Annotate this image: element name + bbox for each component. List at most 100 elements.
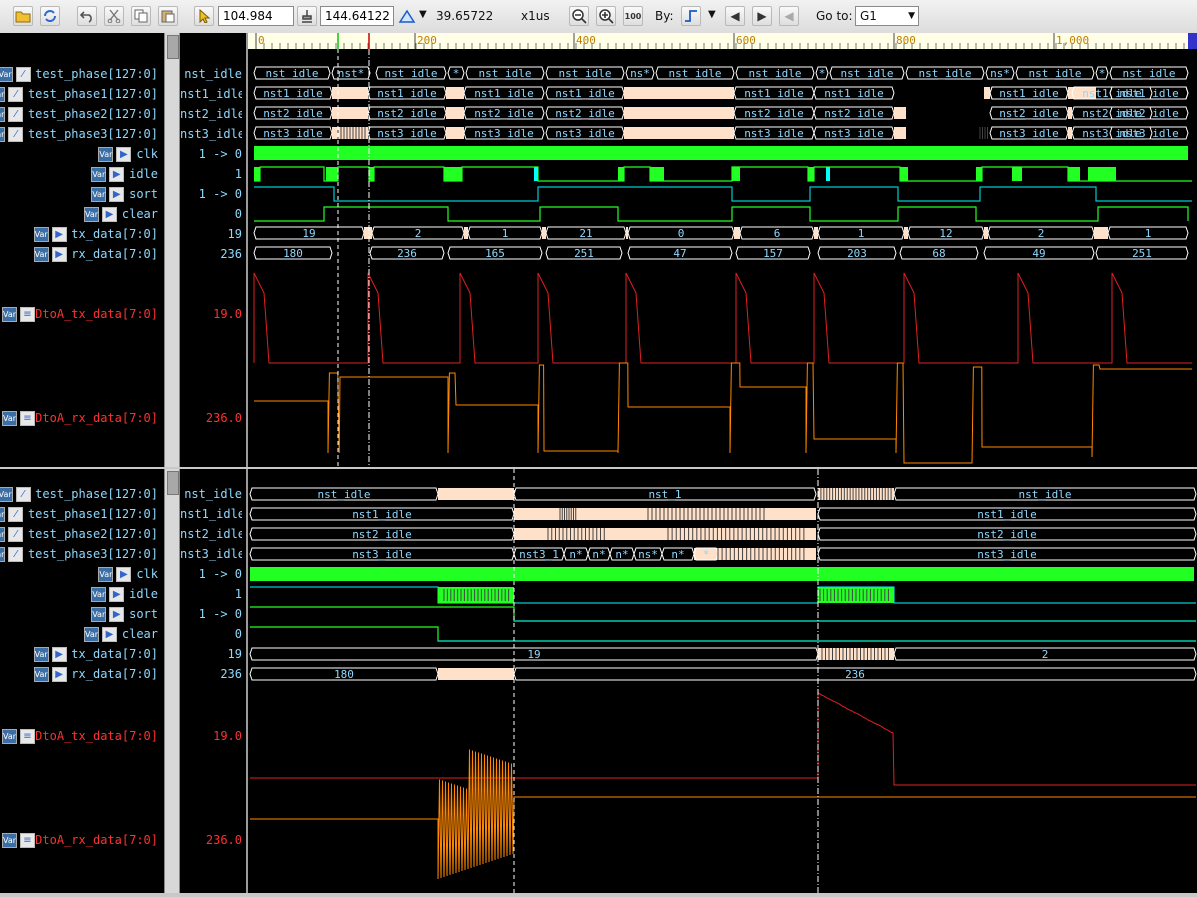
- analog-signal-row[interactable]: Var ≡ DtoA_tx_data[7:0]: [0, 305, 164, 323]
- bus-value-label: n*: [671, 548, 684, 561]
- bus-value-label: 180: [334, 668, 354, 681]
- signal-row[interactable]: Var ▶ clk: [0, 565, 164, 583]
- marker-time-field[interactable]: 144.64122: [320, 6, 394, 26]
- clear-waveform: [250, 626, 1196, 642]
- back-history-icon[interactable]: ◀: [779, 6, 799, 26]
- waveform-canvas-top[interactable]: 0 200 400 600 800 1,000 nst_idle nst* nst_idle * n…: [248, 33, 1197, 467]
- marker-icon[interactable]: [297, 6, 317, 26]
- signal-row[interactable]: Var ▶ idle: [0, 165, 164, 183]
- bus-value-label: nst_idle: [559, 67, 612, 80]
- signal-row[interactable]: Var ▶ clear: [0, 625, 164, 643]
- bus-value-label: nst1_idle: [377, 87, 437, 100]
- ruler-tick-label: 0: [258, 34, 265, 47]
- sort-waveform: [254, 186, 1192, 202]
- signal-row[interactable]: Var ▶ clk: [0, 145, 164, 163]
- signal-name: DtoA_rx_data[7:0]: [35, 411, 158, 425]
- signal-row[interactable]: Var⁄test_phase3[127:0]: [0, 125, 164, 143]
- next-icon[interactable]: ▶: [752, 6, 772, 26]
- signal-row[interactable]: Var ▶ clear: [0, 205, 164, 223]
- var-icon: Var: [0, 87, 6, 102]
- signal-name-column: Var⁄test_phase[127:0] Var⁄test_phase1[127…: [0, 469, 164, 893]
- bus-transition-marks: [979, 127, 988, 139]
- signal-row[interactable]: Var⁄test_phase3[127:0]: [0, 545, 164, 563]
- signal-value: 19: [227, 647, 242, 661]
- idle-activity-block: [650, 167, 664, 181]
- bus-value-label: nst3_1: [519, 548, 559, 561]
- signal-row[interactable]: Var ▶ idle: [0, 585, 164, 603]
- signal-value-column: nst_idle nst1_idle nst2_idle nst3_idle 1 -> …: [180, 469, 246, 893]
- open-folder-icon[interactable]: [13, 6, 33, 26]
- bus-value-label: nst_idle: [1019, 488, 1072, 501]
- signal-row[interactable]: Var⁄test_phase1[127:0]: [0, 505, 164, 523]
- var-icon: Var: [2, 729, 17, 744]
- zoom-100-icon[interactable]: 100: [623, 6, 643, 26]
- var-icon: Var: [2, 833, 17, 848]
- signal-row[interactable]: Var⁄test_phase1[127:0]: [0, 85, 164, 103]
- bus-value-label: 47: [673, 247, 686, 260]
- edge-search-icon[interactable]: [681, 6, 701, 26]
- var-icon: Var: [33, 647, 49, 662]
- reload-icon[interactable]: [40, 6, 60, 26]
- bus-activity-block: [514, 508, 816, 520]
- bus-value-label: 1: [1145, 227, 1152, 240]
- signal-row[interactable]: Var ⁄ test_phase[127:0]: [0, 65, 164, 83]
- signal-value: 1: [234, 587, 242, 601]
- bus-value-label: nst2_idle: [474, 107, 534, 120]
- signal-name: sort: [129, 607, 158, 621]
- signal-row[interactable]: Var ▶ tx_data[7:0]: [0, 225, 164, 243]
- bus-value-label: nst1_idle: [744, 87, 804, 100]
- cursor-time-field[interactable]: 104.984: [218, 6, 294, 26]
- signal-row[interactable]: Var ⁄ test_phase[127:0]: [0, 485, 164, 503]
- var-icon: Var: [98, 147, 114, 162]
- waveform-area[interactable]: 0 200 400 600 800 1,000 nst_idle nst* nst_idle * n…: [248, 33, 1197, 467]
- analog-icon: ≡: [20, 411, 35, 426]
- signal-value: 236: [220, 247, 242, 261]
- idle-activity-block: [254, 167, 260, 181]
- scrollbar-thumb[interactable]: [167, 471, 179, 495]
- analog-signal-row[interactable]: Var ≡ DtoA_rx_data[7:0]: [0, 409, 164, 427]
- signal-row[interactable]: Var ▶ rx_data[7:0]: [0, 245, 164, 263]
- undo-icon[interactable]: [77, 6, 97, 26]
- bus-value-label: 203: [847, 247, 867, 260]
- vertical-scrollbar[interactable]: [164, 33, 180, 467]
- idle-activity-block: [732, 167, 740, 181]
- bus-value-label: nst_1: [648, 488, 681, 501]
- signal-row[interactable]: Var⁄test_phase2[127:0]: [0, 105, 164, 123]
- waveform-area[interactable]: nst_idle nst_1 nst_idle nst1_idle nst1_idle n…: [248, 469, 1197, 893]
- delta-dropdown-icon[interactable]: ▼: [419, 9, 431, 29]
- cut-icon[interactable]: [104, 6, 124, 26]
- bus-value-label: 1: [858, 227, 865, 240]
- bus-value-label: nst_idle: [266, 67, 319, 80]
- var-icon: Var: [91, 167, 107, 182]
- var-icon: Var: [2, 411, 17, 426]
- by-dropdown-icon[interactable]: ▼: [708, 9, 720, 29]
- signal-row[interactable]: Var⁄test_phase2[127:0]: [0, 525, 164, 543]
- ruler-tick-label: 1,000: [1056, 34, 1089, 47]
- idle-activity-block: [369, 167, 374, 181]
- previous-icon[interactable]: ◀: [725, 6, 745, 26]
- var-icon: Var: [0, 487, 13, 502]
- analog-signal-row[interactable]: Var ≡ DtoA_tx_data[7:0]: [0, 727, 164, 745]
- vertical-scrollbar[interactable]: [164, 469, 180, 893]
- analog-signal-row[interactable]: Var ≡ DtoA_rx_data[7:0]: [0, 831, 164, 849]
- bus-value-label: nst_idle: [669, 67, 722, 80]
- signal-row[interactable]: Var ▶ rx_data[7:0]: [0, 665, 164, 683]
- signal-row[interactable]: Var ▶ sort: [0, 185, 164, 203]
- zoom-out-icon[interactable]: [569, 6, 589, 26]
- signal-name: DtoA_tx_data[7:0]: [35, 729, 158, 743]
- bus-value-label: nst3_idle: [352, 548, 412, 561]
- signal-row[interactable]: Var ▶ sort: [0, 605, 164, 623]
- scrollbar-thumb[interactable]: [167, 35, 179, 59]
- goto-select[interactable]: G1 ▼: [855, 6, 919, 26]
- var-icon: Var: [0, 507, 6, 522]
- paste-icon[interactable]: [158, 6, 178, 26]
- var-icon: Var: [91, 607, 107, 622]
- copy-icon[interactable]: [131, 6, 151, 26]
- waveform-canvas-bottom[interactable]: nst_idle nst_1 nst_idle nst1_idle nst1_idlen…: [248, 469, 1197, 893]
- zoom-in-icon[interactable]: [596, 6, 616, 26]
- signal-row[interactable]: Var ▶ tx_data[7:0]: [0, 645, 164, 663]
- bus-activity-block: [1068, 127, 1072, 139]
- signal-value: 1: [234, 167, 242, 181]
- input-port-icon: ▶: [51, 247, 67, 262]
- cursor-pointer-icon[interactable]: [194, 6, 214, 26]
